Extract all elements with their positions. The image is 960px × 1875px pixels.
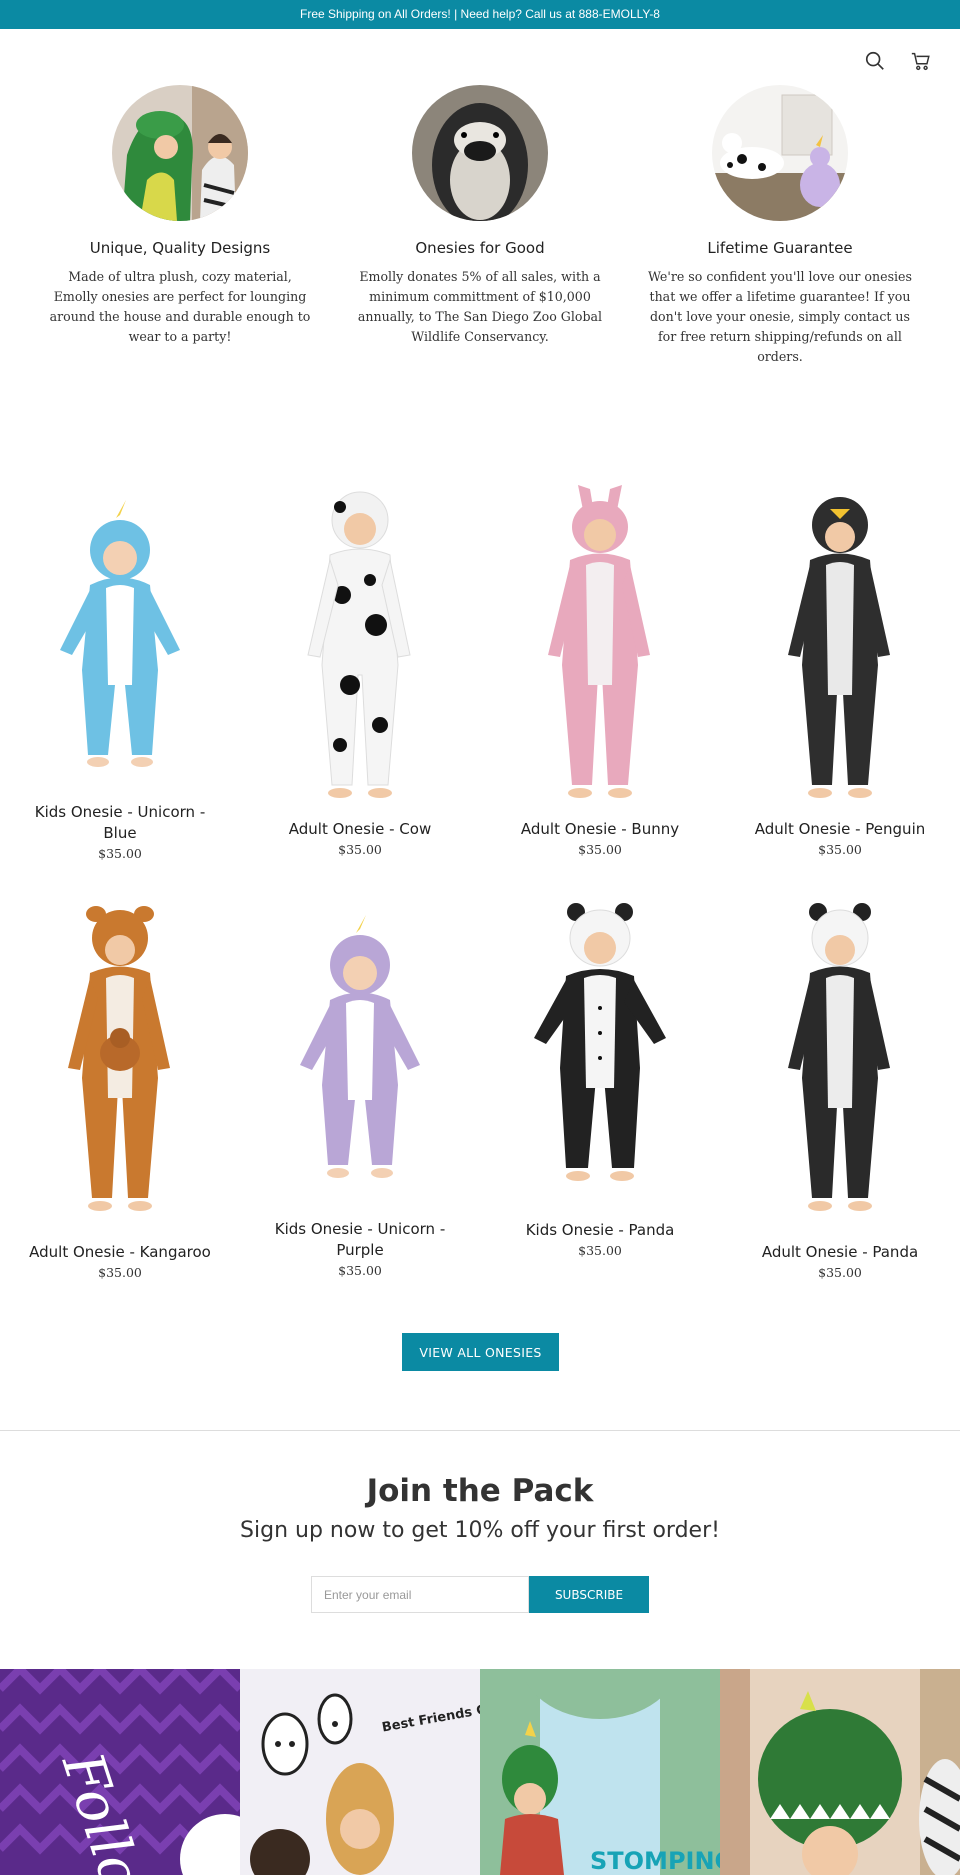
header-icons (864, 50, 932, 72)
feature-image-penguin (412, 85, 548, 221)
announcement-text: Free Shipping on All Orders! | Need help… (300, 7, 660, 21)
product-card[interactable]: Kids Onesie - Unicorn - Purple $35.00 (240, 915, 480, 1278)
product-title[interactable]: Adult Onesie - Penguin (720, 819, 960, 840)
feature-title: Lifetime Guarantee (707, 239, 853, 257)
feature-text: We're so confident you'll love our onesi… (648, 269, 912, 364)
product-card[interactable]: Kids Onesie - Unicorn - Blue $35.00 (0, 500, 240, 861)
feature-quality: Unique, Quality Designs Made of ultra pl… (45, 85, 315, 347)
product-card[interactable]: Kids Onesie - Panda $35.00 (480, 898, 720, 1258)
product-image[interactable] (760, 485, 920, 811)
feature-title: Onesies for Good (415, 239, 545, 257)
product-card[interactable]: Adult Onesie - Panda $35.00 (720, 898, 960, 1280)
announcement-bar: Free Shipping on All Orders! | Need help… (0, 0, 960, 29)
product-image[interactable] (40, 500, 200, 790)
product-image[interactable] (520, 898, 680, 1198)
gallery-tile-best-friends[interactable]: Best Friends Goals. Lounge all day long! (240, 1669, 480, 1875)
product-title[interactable]: Adult Onesie - Kangaroo (0, 1242, 240, 1263)
instagram-gallery: Follow Best Friends Goals. Lounge all da… (0, 1669, 960, 1875)
product-image[interactable] (520, 485, 680, 811)
product-title[interactable]: Adult Onesie - Panda (720, 1242, 960, 1263)
product-image[interactable] (760, 898, 920, 1224)
view-all-onesies-button[interactable]: VIEW ALL ONESIES (402, 1333, 559, 1371)
gallery-tile-follow[interactable]: Follow (0, 1669, 240, 1875)
feature-guarantee: Lifetime Guarantee We're so confident yo… (645, 85, 915, 367)
product-card[interactable]: Adult Onesie - Kangaroo $35.00 (0, 898, 240, 1280)
product-title[interactable]: Adult Onesie - Cow (240, 819, 480, 840)
search-icon[interactable] (864, 50, 886, 72)
product-price: $35.00 (578, 1243, 622, 1258)
feature-image-cow-unicorn (712, 85, 848, 221)
product-price: $35.00 (818, 1265, 862, 1280)
product-price: $35.00 (578, 842, 622, 857)
section-divider (0, 1430, 960, 1431)
product-image[interactable] (40, 898, 200, 1224)
newsletter-subtitle: Sign up now to get 10% off your first or… (240, 1518, 720, 1543)
product-price: $35.00 (98, 1265, 142, 1280)
product-price: $35.00 (98, 846, 142, 861)
product-price: $35.00 (338, 842, 382, 857)
cart-icon[interactable] (910, 50, 932, 72)
product-title[interactable]: Adult Onesie - Bunny (480, 819, 720, 840)
product-title[interactable]: Kids Onesie - Unicorn - Purple (240, 1219, 480, 1261)
subscribe-button[interactable]: SUBSCRIBE (529, 1576, 649, 1613)
product-image[interactable] (280, 915, 440, 1197)
product-title[interactable]: Kids Onesie - Panda (480, 1220, 720, 1241)
product-title[interactable]: Kids Onesie - Unicorn - Blue (0, 802, 240, 844)
feature-title: Unique, Quality Designs (89, 239, 271, 257)
feature-image-dinosaur-onesie (112, 85, 248, 221)
email-field[interactable] (311, 1576, 529, 1613)
product-card[interactable]: Adult Onesie - Cow $35.00 (240, 485, 480, 857)
product-card[interactable]: Adult Onesie - Bunny $35.00 (480, 485, 720, 857)
feature-text: Made of ultra plush, cozy material, Emol… (49, 269, 311, 344)
gallery-stomping-text: STOMPING (590, 1847, 720, 1875)
product-price: $35.00 (338, 1263, 382, 1278)
gallery-tile-dinosaur[interactable] (720, 1669, 960, 1875)
feature-good: Onesies for Good Emolly donates 5% of al… (345, 85, 615, 347)
feature-text: Emolly donates 5% of all sales, with a m… (357, 269, 603, 344)
product-price: $35.00 (818, 842, 862, 857)
product-card[interactable]: Adult Onesie - Penguin $35.00 (720, 485, 960, 857)
product-image[interactable] (280, 485, 440, 811)
newsletter-title: Join the Pack (366, 1473, 594, 1509)
gallery-tile-stomping[interactable]: STOMPING (480, 1669, 720, 1875)
